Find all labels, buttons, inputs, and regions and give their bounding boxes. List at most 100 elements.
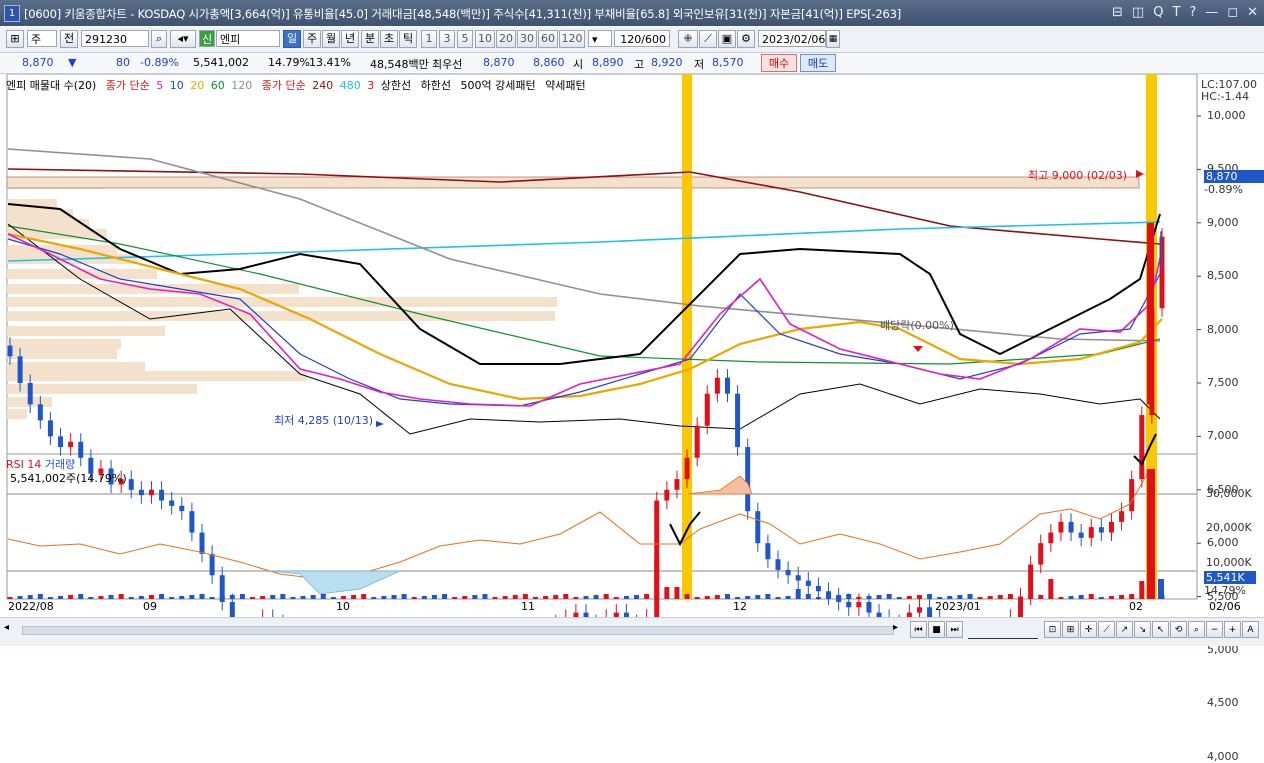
volume-profile-bar (7, 311, 555, 321)
volume-bar (654, 559, 660, 599)
candle-body (724, 377, 730, 394)
line-icon[interactable]: ↗ (1116, 621, 1133, 638)
stock-name-field[interactable]: 엔피 (216, 30, 280, 47)
quote-bar: 8,870 ▼ 80 -0.89% 5,541,002 14.79% 13.41… (0, 53, 1264, 74)
scrollbar-track[interactable] (22, 626, 894, 635)
volume-bar (17, 596, 23, 599)
scroll-left-icon[interactable]: ◂ (4, 622, 20, 637)
volume-profile-bar (7, 371, 307, 381)
interval-20[interactable]: 20 (496, 30, 516, 48)
main-panel-frame (6, 74, 1198, 455)
arrow-icon[interactable]: ↖ (1152, 621, 1169, 638)
candle-body (7, 345, 13, 357)
bar-count-field[interactable]: 120/600 (614, 30, 670, 47)
candle-body (199, 532, 205, 554)
help-icon[interactable]: ? (1189, 5, 1196, 20)
period-select[interactable]: 주 (27, 30, 57, 47)
volume-bar (927, 594, 933, 599)
volume-bar (270, 595, 276, 599)
layout-icon[interactable]: ⊟ (1112, 5, 1123, 20)
minimize-icon[interactable]: — (1205, 5, 1218, 20)
timeframe-week[interactable]: 주 (303, 30, 321, 48)
x-label-12: 12 (733, 600, 747, 613)
timeframe-year[interactable]: 년 (341, 30, 359, 48)
volume-profile-bar (7, 326, 165, 336)
buy-button[interactable]: 매수 (761, 54, 797, 72)
reset-icon[interactable]: ⟲ (1170, 621, 1187, 638)
sound-icon[interactable]: ◂▾ (170, 30, 196, 48)
volume-bar (27, 595, 33, 599)
candle-body (68, 441, 74, 448)
zoom-in-icon[interactable]: + (1224, 621, 1241, 638)
draw-line-icon[interactable]: ⟋ (699, 30, 717, 48)
stock-code-input[interactable]: 291230 (81, 30, 149, 47)
prev-button[interactable]: 전 (60, 30, 78, 48)
next-page-icon[interactable]: ⏭ (946, 621, 963, 638)
timeframe-second[interactable]: 초 (380, 30, 398, 48)
chart-area[interactable]: 엔피 매물대 수(20) 종가 단순 5 10 20 60 120 종가 단순 … (0, 74, 1264, 763)
candle-body (775, 559, 781, 570)
calendar-icon[interactable]: ▦ (826, 30, 840, 48)
volume-bar (108, 595, 114, 599)
timeframe-day[interactable]: 일 (283, 30, 301, 48)
volume-bar (512, 595, 518, 599)
timeframe-tick[interactable]: 틱 (399, 30, 417, 48)
interval-30[interactable]: 30 (517, 30, 537, 48)
first-page-icon[interactable]: ⏮ (910, 621, 927, 638)
stop-icon[interactable]: ■ (928, 621, 945, 638)
interval-5[interactable]: 5 (457, 30, 473, 48)
timeframe-month[interactable]: 월 (322, 30, 340, 48)
indicator-icon[interactable]: ⁜ (678, 30, 698, 48)
current-price: 8,870 (22, 56, 54, 69)
interval-dropdown[interactable]: ▾ (588, 30, 612, 47)
line-icon-2[interactable]: ↘ (1134, 621, 1151, 638)
candle-body (138, 489, 144, 496)
candle-body (1088, 527, 1094, 538)
sub-panel-frame (6, 453, 1198, 600)
search-icon[interactable]: ⌕ (151, 30, 167, 48)
volume-bar (947, 596, 953, 599)
zoom-slider[interactable] (968, 622, 1038, 639)
fit-icon[interactable]: ⊡ (1044, 621, 1061, 638)
candle-body (785, 569, 791, 576)
trend-icon[interactable]: ⟋ (1098, 621, 1115, 638)
volume-bar (1088, 594, 1094, 599)
zoom-search-icon[interactable]: ⌕ (1188, 621, 1205, 638)
interval-3[interactable]: 3 (439, 30, 455, 48)
volume-bar (724, 594, 730, 599)
current-pct-tag: -0.89% (1204, 183, 1243, 196)
crosshair-icon[interactable]: ✛ (1080, 621, 1097, 638)
interval-120[interactable]: 120 (559, 30, 585, 48)
zoom-out-icon[interactable]: − (1206, 621, 1223, 638)
interval-1[interactable]: 1 (421, 30, 437, 48)
screen-number[interactable]: 1 (4, 5, 20, 22)
candle-body (1038, 543, 1044, 565)
interval-60[interactable]: 60 (538, 30, 558, 48)
close-icon[interactable]: ✕ (1247, 5, 1258, 20)
candle-body (128, 479, 134, 490)
legend-upper-band: 상한선 (380, 79, 412, 92)
volume-bar (866, 596, 872, 599)
sell-button[interactable]: 매도 (800, 54, 836, 72)
chart-type-icon[interactable]: ⊞ (6, 30, 24, 48)
text-icon[interactable]: T (1172, 5, 1180, 20)
candle-body-latest (1147, 222, 1154, 405)
grid-icon[interactable]: ⊞ (1062, 621, 1079, 638)
scroll-right-icon[interactable]: ▸ (893, 622, 905, 637)
save-icon[interactable]: ▣ (718, 30, 736, 48)
timeframe-minute[interactable]: 분 (361, 30, 379, 48)
date-field[interactable]: 2023/02/06 (758, 30, 826, 47)
candle-body (684, 457, 690, 480)
volume-bar (300, 596, 306, 599)
query-icon[interactable]: Q (1153, 5, 1163, 20)
settings-icon[interactable]: ⚙ (737, 30, 755, 48)
interval-10[interactable]: 10 (475, 30, 495, 48)
maximize-icon[interactable]: ◻ (1227, 5, 1238, 20)
candle-body (815, 585, 821, 592)
volume-bar (684, 594, 690, 599)
volume-bar (179, 596, 185, 599)
legend-ma20: 20 (190, 79, 205, 92)
window-icon[interactable]: ◫ (1132, 5, 1144, 20)
price-chart-svg[interactable] (0, 74, 1264, 617)
font-icon[interactable]: A (1242, 621, 1259, 638)
